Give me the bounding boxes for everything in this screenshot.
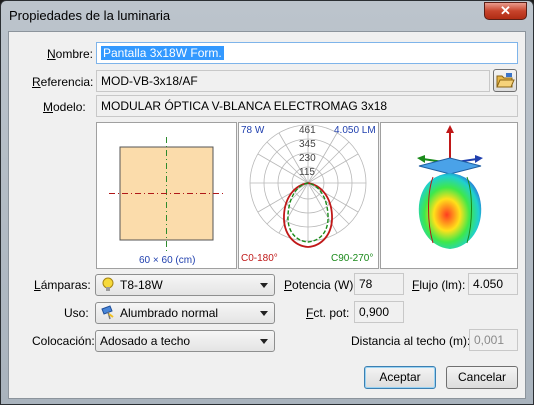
flujo-label: Flujo (lm): [412, 278, 465, 292]
dialog-window: Propiedades de la luminaria ✕ Nombre: Pa… [0, 0, 534, 405]
polar-c90-label: C90-270° [331, 253, 374, 264]
flujo-label-text: lujo (lm): [419, 278, 466, 292]
plan-view-caption: 60 × 60 (cm) [139, 255, 196, 266]
uso-select[interactable]: Alumbrado normal [95, 302, 275, 324]
cancel-button[interactable]: Cancelar [446, 366, 518, 389]
uso-label: Uso: [64, 306, 89, 320]
colocacion-label: Colocación: [32, 334, 95, 348]
open-folder-icon [496, 73, 515, 88]
chevron-down-icon [260, 311, 268, 316]
browse-folder-button[interactable] [493, 69, 517, 92]
distancia-label: Distancia al techo (m): [351, 334, 471, 348]
nombre-label-accesskey: N [47, 47, 56, 61]
dialog-client-area: Nombre: Pantalla 3x18W Form. Referencia:… [8, 31, 526, 399]
plan-view-panel: 60 × 60 (cm) [96, 122, 237, 269]
nombre-input-value: Pantalla 3x18W Form. [101, 46, 224, 60]
referencia-label-text: eferencia: [40, 75, 94, 89]
modelo-label: Modelo: [43, 100, 86, 114]
modelo-label-text: odelo: [53, 100, 86, 114]
flujo-field: 4.050 [468, 273, 518, 295]
colocacion-select[interactable]: Adosado a techo [95, 330, 275, 352]
lamparas-label-text: ámparas: [40, 278, 91, 292]
close-button[interactable]: ✕ [484, 2, 527, 20]
plan-view-drawing [109, 137, 225, 251]
fct-pot-field: 0,900 [354, 301, 404, 323]
chevron-down-icon [260, 339, 268, 344]
photometric-3d-panel [380, 122, 518, 269]
lamparas-value: T8-18W [120, 278, 163, 292]
usage-lamp-icon [101, 305, 114, 320]
modelo-field: MODULAR ÓPTICA V-BLANCA ELECTROMAG 3x18 [96, 95, 518, 117]
polar-diagram-panel: 78 W 4.050 LM 461 345 230 115 C0-180° C9… [238, 122, 379, 269]
polar-watts-label: 78 W [241, 125, 265, 136]
fct-pot-label-text: ct. pot: [313, 306, 350, 320]
polar-ring-label: 345 [299, 139, 316, 150]
nombre-label-text: ombre: [55, 47, 94, 61]
lamparas-select[interactable]: T8-18W [95, 274, 275, 296]
polar-c0-label: C0-180° [241, 253, 278, 264]
lamparas-label: Lámparas: [34, 278, 91, 292]
title-bar[interactable]: Propiedades de la luminaria ✕ [1, 1, 533, 31]
nombre-input[interactable]: Pantalla 3x18W Form. [96, 42, 518, 64]
polar-ring-label: 115 [299, 167, 315, 178]
polar-ring-label: 461 [299, 125, 316, 136]
distancia-field[interactable]: 0,001 [469, 329, 518, 351]
colocacion-value: Adosado a techo [100, 334, 191, 348]
nombre-label: Nombre: [47, 47, 93, 61]
referencia-label-accesskey: R [32, 75, 41, 89]
modelo-label-accesskey: M [43, 100, 53, 114]
potencia-label-text: otencia (W): [292, 278, 357, 292]
photometric-3d-solid [417, 125, 483, 249]
lamparas-label-accesskey: L [34, 278, 41, 292]
accept-button[interactable]: Aceptar [364, 366, 436, 389]
referencia-label: Referencia: [32, 75, 93, 89]
window-title: Propiedades de la luminaria [9, 8, 171, 23]
chevron-down-icon [260, 283, 268, 288]
uso-value: Alumbrado normal [120, 306, 219, 320]
potencia-field: 78 [354, 273, 404, 295]
polar-ring-label: 230 [299, 153, 316, 164]
referencia-field: MOD-VB-3x18/AF [96, 70, 490, 92]
potencia-label: Potencia (W): [284, 278, 357, 292]
fct-pot-label: Fct. pot: [306, 306, 349, 320]
potencia-label-accesskey: P [284, 278, 293, 292]
light-bulb-icon [102, 277, 114, 291]
polar-lumens-label: 4.050 LM [334, 125, 376, 136]
